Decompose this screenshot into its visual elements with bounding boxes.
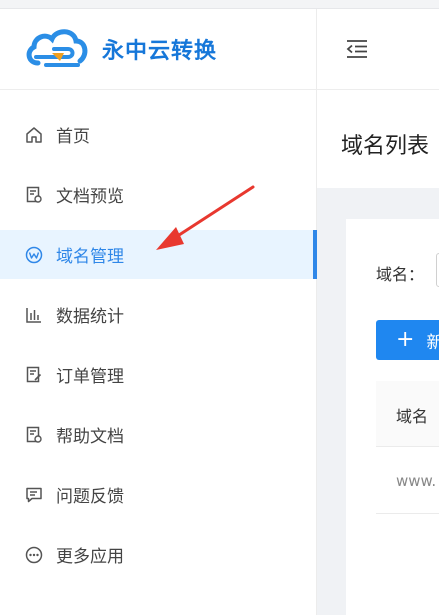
domain-filter-label: 域名： <box>376 265 425 284</box>
brand[interactable]: 永中云转换 <box>0 9 316 90</box>
column-header-domain: 域名 <box>396 407 429 426</box>
brand-name: 永中云转换 <box>102 39 218 64</box>
sidebar-item-label: 域名管理 <box>56 247 124 267</box>
domain-icon <box>25 246 43 264</box>
sidebar-item-document-preview[interactable]: 文档预览 <box>0 170 316 219</box>
plus-icon: + <box>396 327 415 352</box>
table-row[interactable]: www. <box>376 447 439 514</box>
sidebar-item-help[interactable]: 帮助文档 <box>0 410 316 459</box>
sidebar-item-more-apps[interactable]: 更多应用 <box>0 530 316 579</box>
bar-chart-icon <box>25 306 43 324</box>
table-cell-domain: www. <box>396 472 437 490</box>
domain-list-card: 域名： + 新 域名 www. <box>346 219 439 615</box>
page-title: 域名列表 <box>341 134 430 159</box>
sidebar-menu: 首页 文档预览 域名管理 数据统计 订单管理 帮助文档 问题反馈 更多应用 <box>0 110 317 590</box>
sidebar: 永中云转换 首页 文档预览 域名管理 数据统计 订单管理 帮助文档 问题反馈 更… <box>0 9 317 615</box>
order-edit-icon <box>25 366 43 384</box>
cloud-link-icon <box>26 29 88 67</box>
sidebar-item-statistics[interactable]: 数据统计 <box>0 290 316 339</box>
new-button-label: 新 <box>426 332 439 353</box>
sidebar-item-label: 更多应用 <box>56 547 124 567</box>
document-preview-icon <box>25 186 43 204</box>
sidebar-item-orders[interactable]: 订单管理 <box>0 350 316 399</box>
new-domain-button[interactable]: + 新 <box>376 320 439 360</box>
sidebar-item-label: 数据统计 <box>56 307 124 327</box>
window-top-border <box>0 0 439 9</box>
top-header <box>317 9 439 90</box>
menu-collapse-icon[interactable] <box>345 39 369 59</box>
sidebar-item-feedback[interactable]: 问题反馈 <box>0 470 316 519</box>
sidebar-item-domain-management[interactable]: 域名管理 <box>0 230 317 279</box>
feedback-icon <box>25 486 43 504</box>
sidebar-item-label: 帮助文档 <box>56 427 124 447</box>
sidebar-item-label: 问题反馈 <box>56 487 124 507</box>
home-icon <box>25 126 43 144</box>
more-apps-icon <box>25 546 43 564</box>
help-document-icon <box>25 426 43 444</box>
sidebar-item-label: 订单管理 <box>56 367 124 387</box>
table-header-row: 域名 <box>376 381 439 447</box>
sidebar-item-label: 文档预览 <box>56 187 124 207</box>
sidebar-item-label: 首页 <box>56 127 90 147</box>
sidebar-item-home[interactable]: 首页 <box>0 110 316 159</box>
page-title-bar: 域名列表 <box>317 90 439 188</box>
